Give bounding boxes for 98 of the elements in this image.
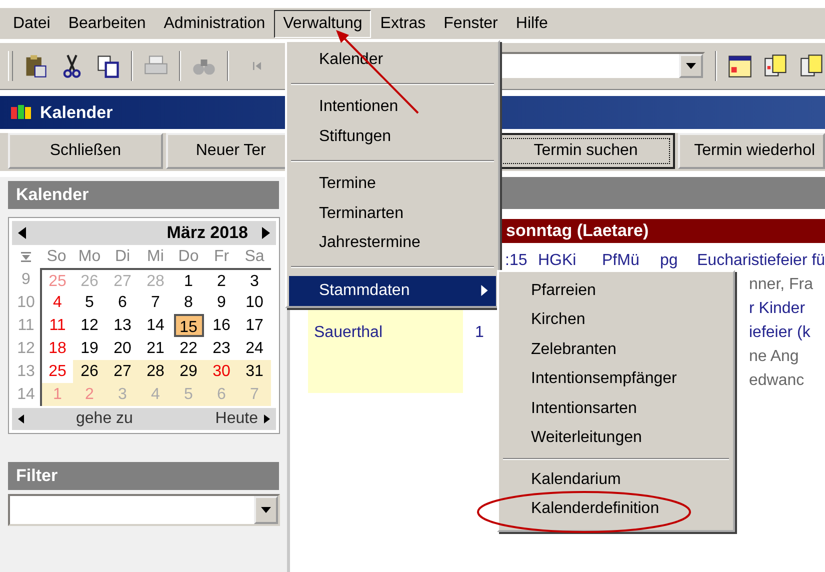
menu-item[interactable]: Kirchen [501,306,731,335]
calendar-day[interactable]: 26 [73,360,106,383]
time-cell-text: :15 [504,252,528,270]
menu-item[interactable]: Termine [289,170,496,199]
code-cell-text: pg [660,252,679,270]
calendar-day[interactable]: 22 [172,337,205,360]
next-month-icon[interactable] [262,227,270,239]
menu-item[interactable]: Pfarreien [501,276,731,306]
filter-combo-box[interactable] [8,494,280,526]
document-stack-icon[interactable] [799,53,825,79]
menu-item[interactable]: Intentionen [289,92,496,122]
calendar-day[interactable]: 31 [238,360,271,383]
calendar-day[interactable]: 2 [205,268,238,291]
menu-item[interactable]: Kalendarium [501,465,731,494]
calendar-day[interactable]: 1 [172,268,205,291]
calendar-day[interactable]: 18 [40,337,73,360]
menu-bar-item[interactable]: Verwaltung [274,10,372,38]
calendar-day[interactable]: 8 [172,291,205,314]
menu-item[interactable]: Zelebranten [501,335,731,364]
weekday-label: Do [178,247,199,267]
panel-header: Filter [8,462,279,490]
weekday-label: Di [114,247,130,267]
calendar-day[interactable]: 17 [238,314,271,337]
weekday-label: So [46,247,66,267]
weekday-label: Mo [78,247,101,267]
menu-bar-item[interactable]: Administration [154,10,274,38]
calendar-day[interactable]: 4 [40,291,73,314]
scroll-right-icon[interactable] [264,414,270,424]
event-title: ne Ang [749,348,799,366]
celebrant-cell-text: PfMü [602,252,640,270]
week-number: 13 [17,362,35,382]
menu-bar-item[interactable]: Hilfe [506,10,557,38]
week-number: 11 [18,316,34,336]
calendar-day[interactable]: 30 [205,360,238,383]
event-title: r Kinder [749,300,806,318]
submenu-arrow-icon [481,285,488,296]
document-stack-icon[interactable] [763,53,789,79]
calendar-day[interactable]: 12 [73,314,106,337]
week-number: 14 [17,385,35,405]
toolbar-button[interactable]: Termin wiederhol [678,133,825,169]
church-cell-text: HGKi [538,252,578,270]
menu-bar-item[interactable]: Bearbeiten [59,10,155,38]
event-title: Eucharistiefeier fü [697,252,825,270]
previous-month-icon[interactable] [18,227,26,239]
dropdown-arrow-icon [686,63,696,69]
menu-item[interactable]: Stammdaten [289,276,496,306]
menu-bar-item[interactable]: Extras [371,10,435,38]
calendar-day[interactable]: 5 [73,291,106,314]
weekday-label: Sa [244,247,264,267]
copy-icon[interactable] [95,53,121,79]
calendar-day[interactable]: 24 [238,337,271,360]
week-number: 12 [17,339,35,359]
calendar-day[interactable]: 19 [73,337,106,360]
menu-bar-item[interactable]: Datei [4,10,60,38]
calendar-day[interactable]: 23 [205,337,238,360]
calendar-day[interactable]: 20 [106,337,139,360]
toolbar-button[interactable]: Schließen [8,133,163,169]
menu-bar-item[interactable]: Fenster [434,10,507,38]
event-title: nner, Fra [749,276,814,294]
calendar-day[interactable]: 28 [139,360,172,383]
calendar-day[interactable]: 6 [106,291,139,314]
event-title: edwanc [749,372,804,390]
weekday-label: Mi [147,247,164,267]
time-cell: 1 [475,324,484,341]
calendar-day[interactable]: 15 [174,314,204,337]
calendar-day[interactable]: 3 [238,268,271,291]
calendar-day[interactable]: 10 [238,291,271,314]
place-text: Sauerthal [314,324,382,341]
calendar-day[interactable]: 29 [172,360,205,383]
panel-header: Kalender [8,181,279,209]
week-column-icon [21,252,31,262]
menu-item[interactable]: Intentionsempfänger [501,364,731,394]
event-title: iefeier (k [749,324,810,342]
calendar-day[interactable]: 11 [40,314,73,337]
day-title: sonntag (Laetare) [506,221,649,241]
calendar-day[interactable]: 13 [106,314,139,337]
week-number: 9 [22,270,30,290]
menu-item[interactable]: Weiterleitungen [501,424,731,453]
calendar-day[interactable]: 27 [106,360,139,383]
weekday-label: Fr [214,247,230,267]
month-label: März 2018 [166,223,248,243]
week-number: 10 [17,293,35,313]
window-title: Kalender [40,102,113,122]
dropdown-arrow-icon [261,507,271,513]
calendar-day[interactable]: 21 [139,337,172,360]
menu-item[interactable]: Stiftungen [289,122,496,152]
calendar-day[interactable]: 14 [139,314,172,337]
goto-link[interactable]: gehe zu [76,410,133,428]
menu-item[interactable]: Intentionsarten [501,394,731,424]
menu-item[interactable]: Kalenderdefinition [501,494,731,524]
menu-item[interactable]: Jahrestermine [289,228,496,258]
scroll-left-icon[interactable] [18,414,24,424]
today-link[interactable]: Heute [215,410,258,428]
menu-item[interactable]: Terminarten [289,199,496,228]
calendar-day[interactable]: 7 [139,291,172,314]
calendar-day[interactable]: 9 [205,291,238,314]
calendar-icon[interactable] [727,53,753,79]
calendar-day[interactable]: 16 [205,314,238,337]
